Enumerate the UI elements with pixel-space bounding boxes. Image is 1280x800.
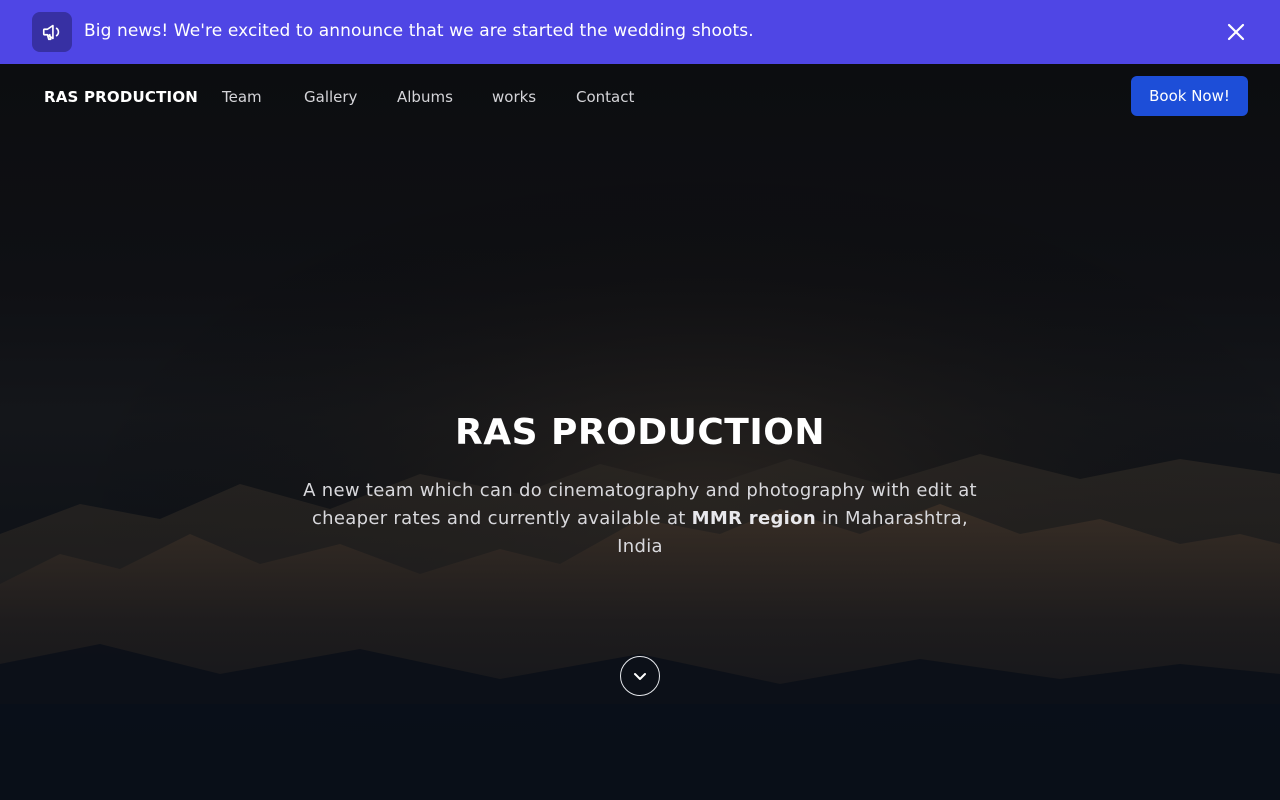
close-icon[interactable] <box>1222 18 1250 46</box>
nav-link-works[interactable]: works <box>492 88 536 106</box>
hero-description-highlight: MMR region <box>691 508 816 529</box>
hero-title: RAS PRODUCTION <box>455 412 825 453</box>
megaphone-icon <box>32 12 72 52</box>
nav-link-contact[interactable]: Contact <box>576 88 634 106</box>
navbar: RAS PRODUCTION Team Gallery Albums works… <box>0 64 1280 128</box>
announcement-text: Big news! We're excited to announce that… <box>84 21 754 41</box>
hero-description: A new team which can do cinematography a… <box>300 477 980 561</box>
announcement-banner: Big news! We're excited to announce that… <box>0 0 1280 64</box>
chevron-down-icon <box>634 673 646 680</box>
nav-link-albums[interactable]: Albums <box>397 88 453 106</box>
nav-link-gallery[interactable]: Gallery <box>304 88 357 106</box>
book-now-button[interactable]: Book Now! <box>1131 76 1248 116</box>
nav-link-team[interactable]: Team <box>222 88 262 106</box>
brand-logo[interactable]: RAS PRODUCTION <box>44 88 198 106</box>
scroll-down-button[interactable] <box>620 656 660 696</box>
